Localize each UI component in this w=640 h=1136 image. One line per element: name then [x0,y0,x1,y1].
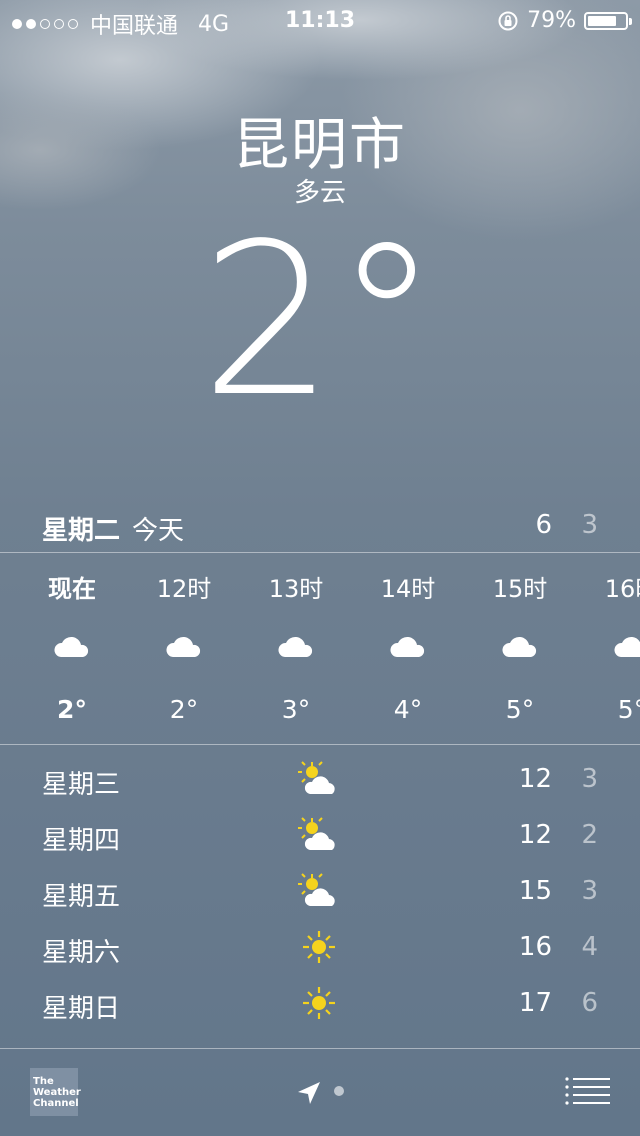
sun-icon [303,931,335,963]
cloud-icon [278,636,313,657]
hour-time: 现在 [48,575,96,603]
daily-day: 星期三 [42,770,121,800]
daily-low: 4 [581,932,598,962]
today-summary: 星期二 今天 6 3 [0,506,640,546]
logo-line: Weather [33,1087,81,1098]
current-temperature: 2° [0,216,640,426]
temperature-value: 2 [200,198,335,443]
daily-high: 12 [518,764,552,794]
hour-time: 16时 [604,575,640,603]
daily-high: 16 [518,932,552,962]
today-low: 3 [581,510,598,540]
cloud-icon [390,636,425,657]
daily-low: 6 [581,988,598,1018]
city-name: 昆明市 [233,113,407,178]
battery-icon [584,11,632,30]
bottom-toolbar: The Weather Channel [0,1048,640,1136]
daily-high: 17 [518,988,552,1018]
divider [0,744,640,745]
hour-temp: 5° [617,695,640,724]
hour-temp: 3° [281,695,311,724]
hourly-forecast[interactable]: 现在 2° 12时 2° 13时 3° 14时 4° 15时 5° 16时 5° [0,553,640,743]
partly-cloudy-icon [298,873,335,906]
daily-row: 星期四 12 2 [0,806,640,862]
daily-high: 15 [518,876,552,906]
status-right: 79% [497,8,632,33]
daily-day: 星期四 [42,826,121,856]
partly-cloudy-icon [298,761,335,794]
hour-time: 13时 [268,575,324,603]
daily-row: 星期五 15 3 [0,862,640,918]
daily-day: 星期日 [42,994,121,1024]
status-bar: 中国联通 4G 11:13 79% [0,0,640,40]
cloud-icon [502,636,537,657]
hour-time: 15时 [492,575,548,603]
hour-temp: 2° [57,695,87,724]
partly-cloudy-icon [298,817,335,850]
cloud-icon [54,636,89,657]
daily-high: 12 [518,820,552,850]
hour-temp: 5° [505,695,535,724]
degree-symbol: ° [334,198,440,443]
hour-temp: 4° [393,695,423,724]
logo-line: The [33,1076,54,1087]
rotation-lock-icon [498,11,518,30]
daily-low: 2 [581,820,598,850]
today-high: 6 [535,510,552,540]
daily-row: 星期日 17 6 [0,974,640,1030]
cloud-icon [166,636,201,657]
daily-forecast[interactable]: 星期三 12 3 星期四 12 2 星期五 15 3 星期六 16 4 星期日 … [0,750,640,1030]
daily-low: 3 [581,764,598,794]
sun-icon [303,987,335,1019]
hour-time: 14时 [380,575,436,603]
today-day: 星期二 [42,516,121,546]
cloud-icon [614,636,640,657]
battery-percent: 79% [527,8,576,33]
logo-line: Channel [33,1098,79,1109]
daily-day: 星期五 [42,882,121,912]
page-indicator-dot[interactable] [334,1086,344,1096]
today-label: 今天 [132,516,185,546]
location-arrow-icon[interactable] [296,1080,322,1106]
daily-row: 星期六 16 4 [0,918,640,974]
hour-temp: 2° [169,695,199,724]
daily-low: 3 [581,876,598,906]
weather-channel-logo[interactable]: The Weather Channel [30,1068,81,1116]
hour-time: 12时 [156,575,212,603]
daily-day: 星期六 [42,938,121,968]
daily-row: 星期三 12 3 [0,750,640,806]
list-icon[interactable] [564,1076,610,1106]
